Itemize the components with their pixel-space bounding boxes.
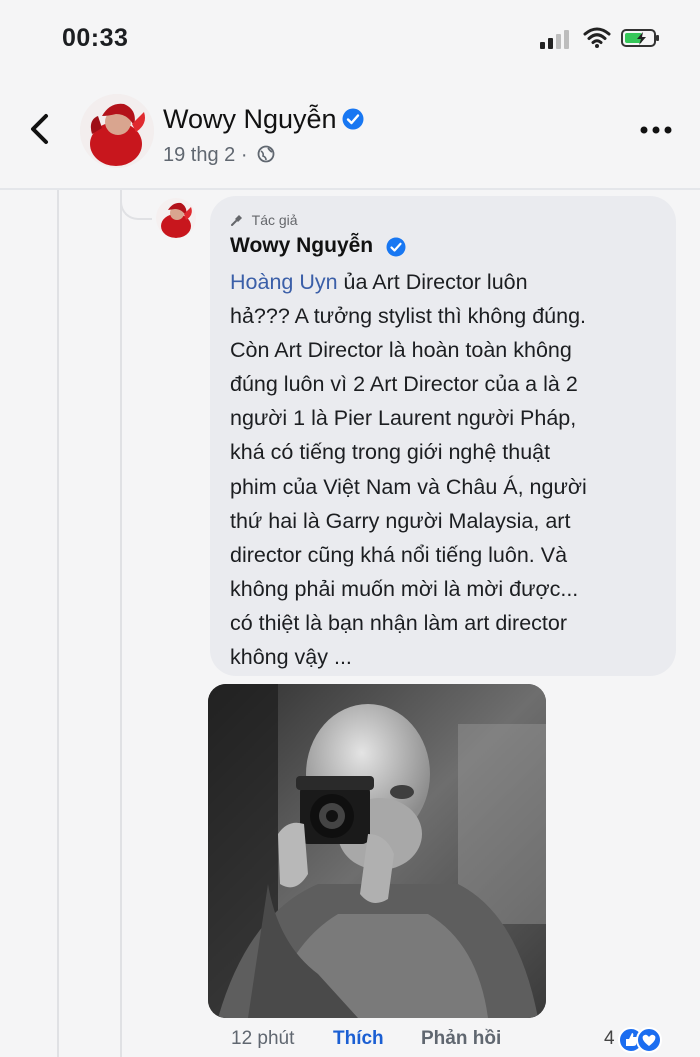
comment-line: thứ hai là Garry người Malaysia, art [230, 508, 571, 533]
comment-actions: 12 phút Thích Phản hồi 4 [231, 1026, 691, 1056]
comment-line: hả??? A tưởng stylist thì không đúng. [230, 304, 587, 329]
battery-icon [621, 29, 659, 47]
avatar[interactable] [80, 94, 154, 168]
comment-line: có thiệt là bạn nhận làm art director [230, 610, 568, 635]
wifi-icon [583, 27, 611, 48]
reply-button[interactable]: Phản hồi [421, 1028, 501, 1050]
comment-time: 12 phút [231, 1028, 295, 1049]
mention-link[interactable]: Hoàng Uyn [230, 270, 338, 294]
author-badge: Tác giả [230, 212, 298, 228]
verified-icon [342, 108, 364, 130]
post-author-name[interactable]: Wowy Nguyễn [163, 104, 337, 135]
author-tag-label: Tác giả [251, 212, 298, 228]
comment-line: Còn Art Director là hoàn toàn không [230, 338, 572, 363]
reaction-count[interactable]: 4 [604, 1028, 615, 1050]
thread-connector [120, 192, 152, 220]
comment-line: phim của Việt Nam và Châu Á, người [230, 474, 587, 499]
post-meta: 19 thg 2 · [163, 144, 275, 167]
comment-line: không phải muốn mời là mời được... [230, 576, 579, 601]
comment-text: Hoàng Uyn ủa Art Director luôn hả??? A t… [230, 265, 670, 674]
verified-icon [386, 237, 406, 257]
comment-avatar[interactable] [156, 198, 196, 238]
status-time: 00:33 [62, 24, 129, 52]
comment-line: không vậy ... [230, 645, 352, 670]
love-reaction-icon [636, 1027, 662, 1053]
post-date: 19 thg 2 · [163, 144, 248, 166]
comment-line: khá có tiếng trong giới nghệ thuật [230, 440, 551, 465]
signal-icon [540, 30, 569, 49]
post-header: Wowy Nguyễn 19 thg 2 · [0, 80, 700, 190]
comment-bubble: Tác giả Wowy Nguyễn Hoàng Uyn ủa Art Dir… [210, 196, 676, 676]
comment-photo[interactable] [208, 684, 546, 1018]
comment-line: đúng luôn vì 2 Art Director của a là 2 [230, 372, 578, 397]
comment-line: Hoàng Uyn ủa Art Director luôn [230, 270, 528, 294]
like-button[interactable]: Thích [333, 1028, 384, 1050]
avatar-image [80, 94, 154, 168]
reaction-icons[interactable] [617, 1026, 691, 1054]
globe-icon [257, 145, 275, 163]
status-bar: 00:33 [0, 0, 700, 80]
photo-image [208, 684, 546, 1018]
mic-icon [231, 215, 242, 226]
thread-line [57, 190, 59, 1057]
more-icon[interactable] [638, 124, 674, 136]
back-icon[interactable] [26, 112, 54, 146]
thread-line [120, 190, 122, 1057]
comment-author-name[interactable]: Wowy Nguyễn [230, 234, 373, 258]
comment-line: người 1 là Pier Laurent người Pháp, [230, 406, 577, 431]
comment-avatar-image [156, 198, 196, 238]
comment-line: director cũng khá nổi tiếng luôn. Và [230, 542, 568, 567]
